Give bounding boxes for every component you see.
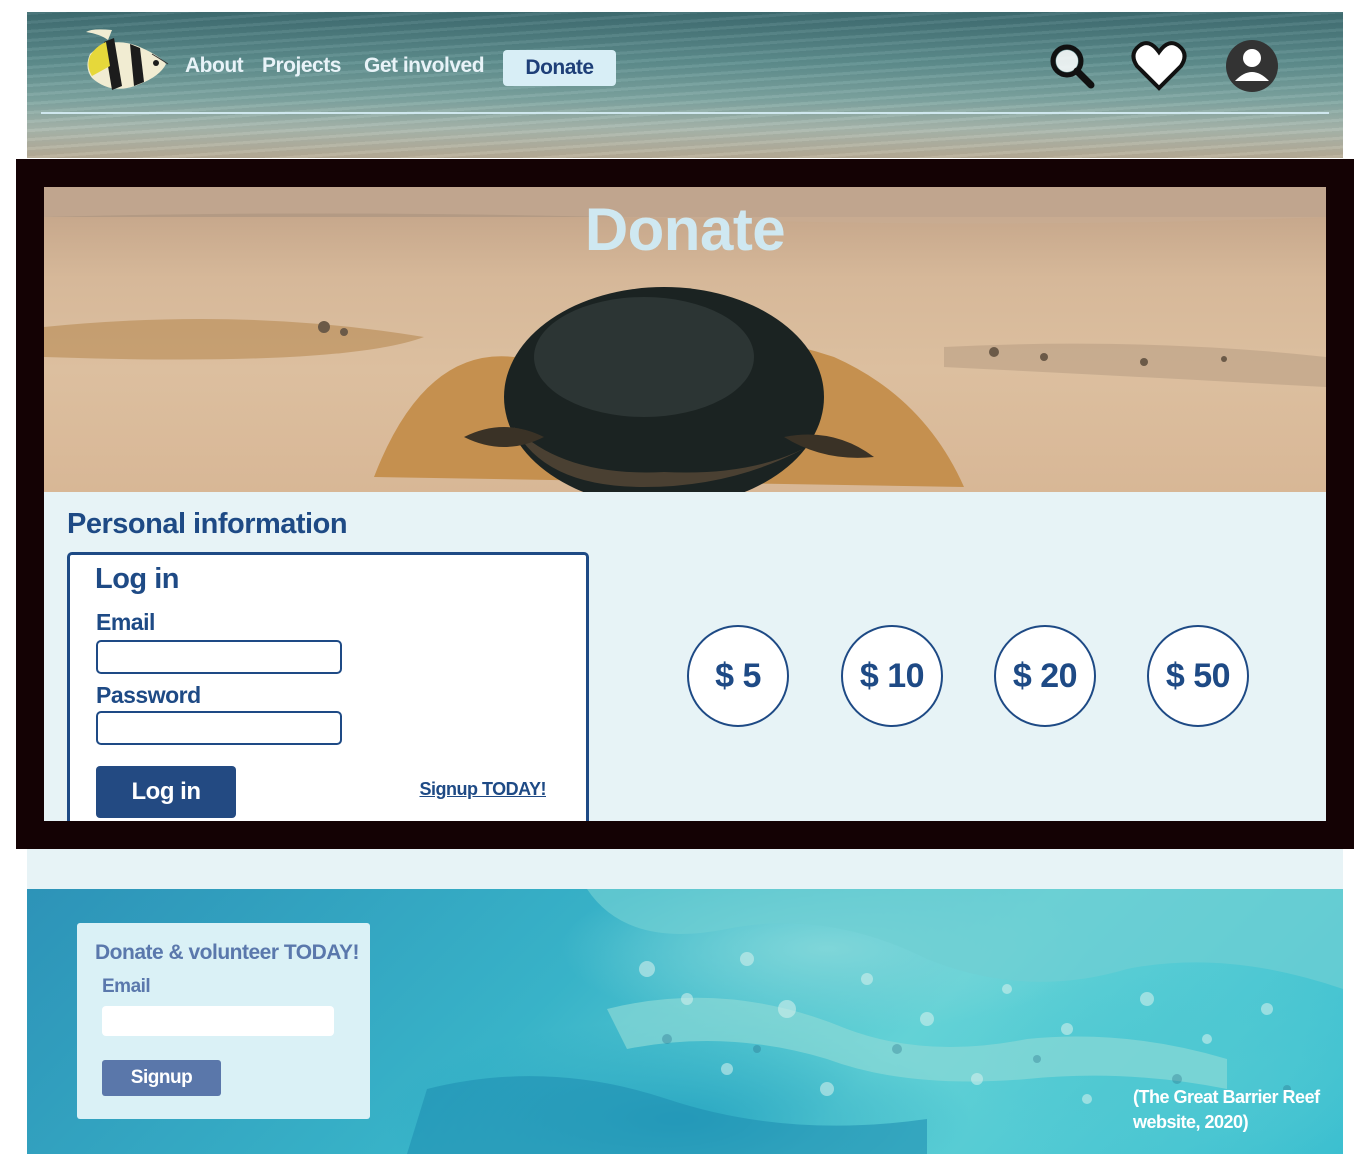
amount-50-button[interactable]: $ 50 — [1147, 625, 1249, 727]
signup-link[interactable]: Signup TODAY! — [419, 779, 546, 800]
nav-get-involved[interactable]: Get involved — [364, 54, 485, 78]
login-card: Log in Email Password Log in Signup TODA… — [67, 552, 589, 821]
hero-banner: Donate — [44, 187, 1326, 492]
newsletter-signup-button[interactable]: Signup — [102, 1060, 221, 1096]
newsletter-form: Donate & volunteer TODAY! Email Signup — [77, 923, 370, 1119]
header-divider — [41, 112, 1329, 114]
page-title: Donate — [584, 196, 786, 263]
section-spacer — [27, 849, 1343, 889]
nav-projects[interactable]: Projects — [262, 54, 341, 78]
nav-about[interactable]: About — [185, 54, 244, 78]
personal-information-heading: Personal information — [67, 508, 348, 540]
newsletter-title: Donate & volunteer TODAY! — [95, 941, 360, 964]
login-title: Log in — [95, 563, 179, 595]
nav-donate-button[interactable]: Donate — [503, 50, 616, 86]
fish-logo[interactable] — [82, 26, 170, 100]
search-icon[interactable] — [1047, 42, 1097, 95]
user-icon[interactable] — [1225, 39, 1279, 98]
amount-20-button[interactable]: $ 20 — [994, 625, 1096, 727]
newsletter-email-label: Email — [102, 976, 151, 997]
email-label: Email — [96, 609, 155, 635]
donate-content-panel: Personal information Log in Email Passwo… — [44, 492, 1326, 821]
heart-icon[interactable] — [1131, 40, 1187, 97]
amount-10-button[interactable]: $ 10 — [841, 625, 943, 727]
newsletter-email-input[interactable] — [102, 1006, 334, 1036]
login-button[interactable]: Log in — [96, 766, 236, 818]
email-field[interactable] — [96, 640, 342, 674]
site-footer: Donate & volunteer TODAY! Email Signup (… — [27, 889, 1343, 1154]
password-label: Password — [96, 682, 201, 708]
password-field[interactable] — [96, 711, 342, 745]
image-credit: (The Great Barrier Reef website, 2020) — [1133, 1087, 1320, 1132]
amount-5-button[interactable]: $ 5 — [687, 625, 789, 727]
site-header: About Projects Get involved Donate — [27, 12, 1343, 158]
